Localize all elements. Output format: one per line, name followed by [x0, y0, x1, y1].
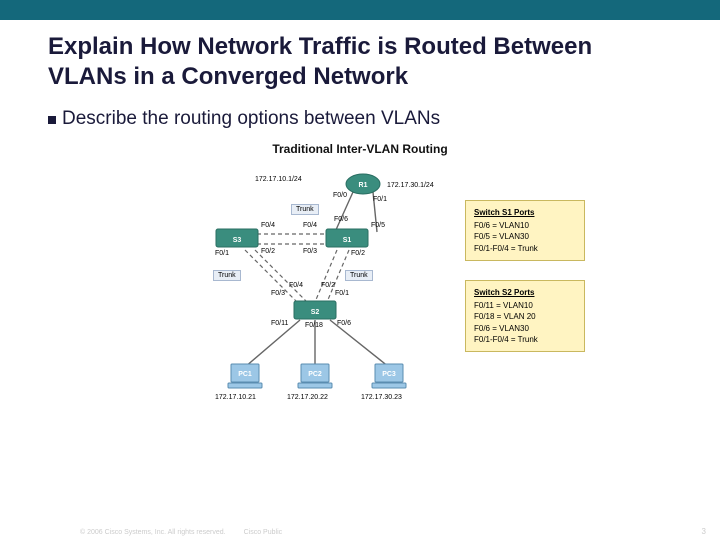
portbox-s1-line: F0/5 = VLAN30: [474, 231, 576, 242]
top-bar: [0, 0, 720, 20]
s1-port-up: F0/6: [334, 216, 348, 223]
bullet-text: Describe the routing options between VLA…: [62, 108, 440, 130]
switch-icon: S3: [215, 228, 259, 250]
svg-text:PC2: PC2: [308, 371, 322, 378]
portbox-s2: Switch S2 Ports F0/11 = VLAN10 F0/18 = V…: [465, 280, 585, 352]
s2-port-upl: F0/4: [289, 282, 303, 289]
s3-port-br: F0/2: [261, 248, 275, 255]
portbox-s2-line: F0/1-F0/4 = Trunk: [474, 334, 576, 345]
trunk-label-right: Trunk: [345, 270, 373, 281]
portbox-s1-line: F0/1-F0/4 = Trunk: [474, 243, 576, 254]
portbox-s1-header: Switch S1 Ports: [474, 207, 576, 218]
s2-port-b2: F0/18: [305, 322, 323, 329]
footer-copyright: © 2006 Cisco Systems, Inc. All rights re…: [80, 529, 226, 536]
pc2-ip: 172.17.20.22: [287, 394, 328, 401]
svg-text:PC3: PC3: [382, 371, 396, 378]
pc2: PC2: [297, 362, 333, 395]
s3-port-tr: F0/4: [261, 222, 275, 229]
switch-icon: S2: [293, 300, 337, 322]
pc-icon: PC1: [227, 362, 263, 390]
pc1-ip: 172.17.10.21: [215, 394, 256, 401]
portbox-s2-line: F0/11 = VLAN10: [474, 300, 576, 311]
portbox-s2-line: F0/18 = VLAN 20: [474, 311, 576, 322]
footer: © 2006 Cisco Systems, Inc. All rights re…: [0, 529, 720, 536]
pc3-ip: 172.17.30.23: [361, 394, 402, 401]
s2-port-b1: F0/11: [271, 320, 288, 327]
portbox-s1: Switch S1 Ports F0/6 = VLAN10 F0/5 = VLA…: [465, 200, 585, 261]
pc3: PC3: [371, 362, 407, 395]
router-if-right: F0/1: [373, 196, 387, 203]
pc-icon: PC2: [297, 362, 333, 390]
page-number: 3: [702, 527, 706, 536]
portbox-s2-header: Switch S2 Ports: [474, 287, 576, 298]
pc1: PC1: [227, 362, 263, 395]
s2-port-tr: F0/1: [335, 290, 349, 297]
router-icon: R1: [345, 172, 381, 196]
page-title: Explain How Network Traffic is Routed Be…: [48, 32, 672, 92]
portbox-s1-line: F0/6 = VLAN10: [474, 220, 576, 231]
router-right-net: 172.17.30.1/24: [387, 182, 434, 189]
router-left-net: 172.17.10.1/24: [255, 176, 302, 183]
s1-port-tl: F0/4: [303, 222, 317, 229]
s3-port-bl: F0/1: [215, 250, 229, 257]
svg-text:R1: R1: [359, 182, 368, 189]
router-if-left: F0/0: [333, 192, 347, 199]
svg-text:S3: S3: [233, 237, 242, 244]
svg-text:S1: S1: [343, 237, 352, 244]
trunk-label-left: Trunk: [213, 270, 241, 281]
svg-text:PC1: PC1: [238, 371, 252, 378]
s1-port-tr: F0/5: [371, 222, 385, 229]
s1-port-bl: F0/3: [303, 248, 317, 255]
bullet-row: Describe the routing options between VLA…: [48, 108, 672, 130]
s2-port-b3: F0/6: [337, 320, 351, 327]
s2-port-tl: F0/3: [271, 290, 285, 297]
diagram-title: Traditional Inter-VLAN Routing: [115, 142, 605, 156]
bullet-square-icon: [48, 116, 56, 124]
diagram: Traditional Inter-VLAN Routing R1 172.17…: [115, 142, 605, 422]
portbox-s2-line: F0/6 = VLAN30: [474, 323, 576, 334]
s1-port-br: F0/2: [351, 250, 365, 257]
pc-icon: PC3: [371, 362, 407, 390]
s2-port-upr: F0/2: [321, 282, 335, 289]
switch-icon: S1: [325, 228, 369, 250]
trunk-label-top: Trunk: [291, 204, 319, 215]
footer-classification: Cisco Public: [244, 529, 283, 536]
diagram-stage: R1 172.17.10.1/24 172.17.30.1/24 F0/0 F0…: [115, 162, 605, 422]
svg-text:S2: S2: [311, 309, 320, 316]
